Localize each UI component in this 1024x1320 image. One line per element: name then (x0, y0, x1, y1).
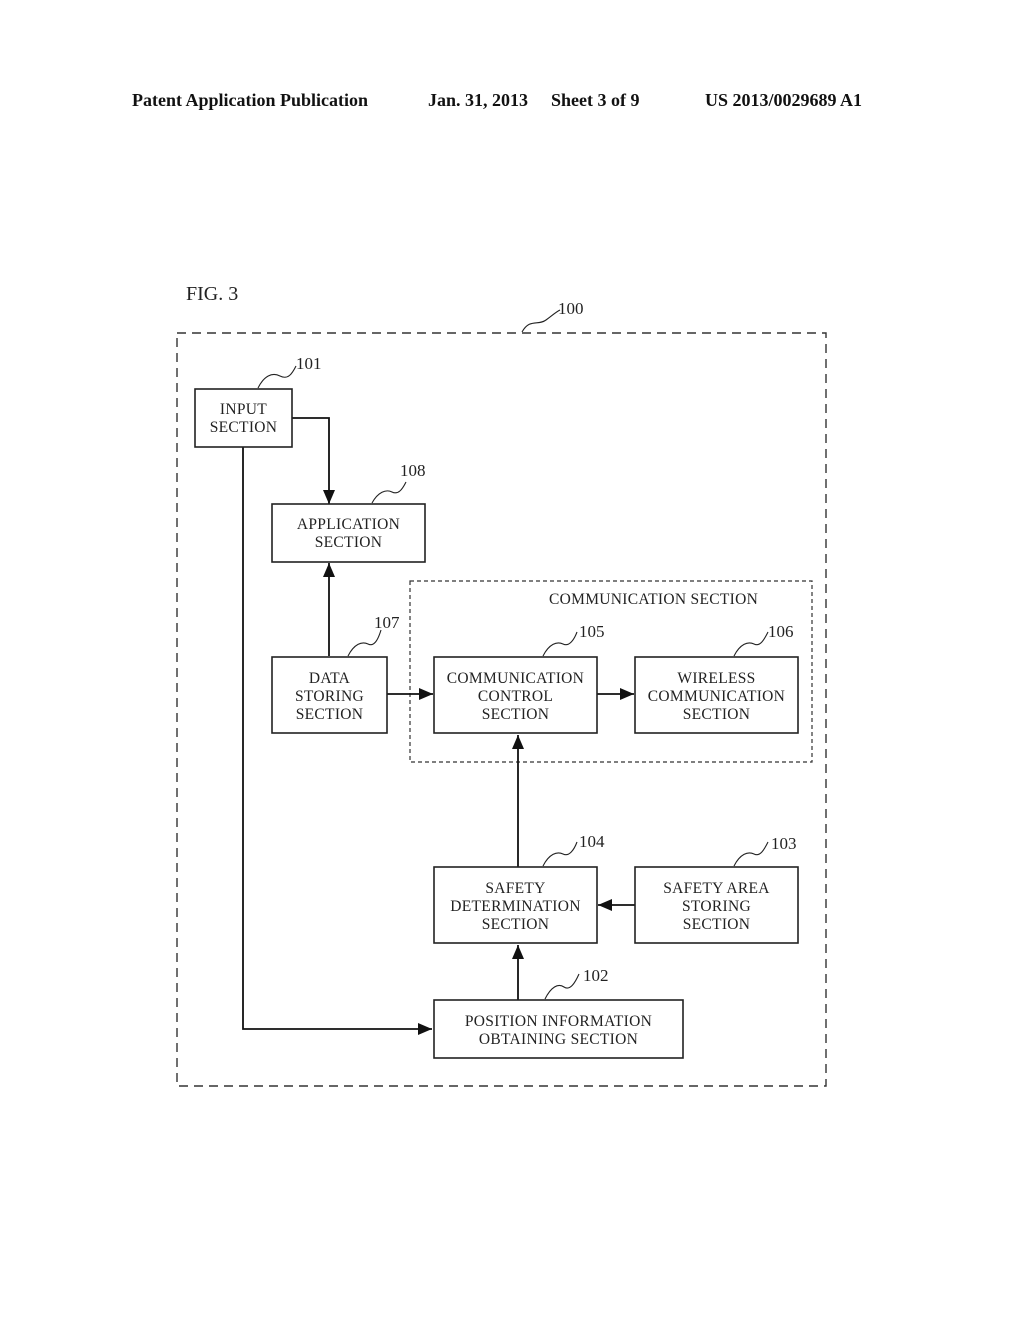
leader-108 (371, 481, 407, 504)
block-label-line: APPLICATION (297, 516, 400, 533)
leader-104 (542, 841, 578, 867)
block-label-line: OBTAINING SECTION (479, 1031, 638, 1048)
block-label-line: POSITION INFORMATION (465, 1013, 652, 1030)
block-label-line: SECTION (296, 706, 364, 723)
ref-100: 100 (558, 299, 584, 318)
block-label-line: SECTION (482, 706, 550, 723)
block-label-line: SAFETY (485, 880, 545, 897)
ref-107: 107 (374, 613, 400, 632)
block-label-line: WIRELESS (677, 670, 755, 687)
leader-102 (544, 973, 580, 1000)
ref-108: 108 (400, 461, 426, 480)
ref-105: 105 (579, 622, 605, 641)
block-label-line: COMMUNICATION (447, 670, 584, 687)
block-diagram: FIG. 3 100 COMMUNICATION SECTION INPUT S… (176, 283, 827, 1087)
arrow-input-to-application (292, 417, 335, 504)
leader-105 (542, 631, 578, 657)
block-communication-control-section: COMMUNICATION CONTROL SECTION 105 (433, 622, 605, 734)
ref-104: 104 (579, 832, 605, 851)
block-application-section: APPLICATION SECTION 108 (271, 461, 426, 563)
block-label-line: SECTION (683, 706, 751, 723)
block-label-line: DETERMINATION (450, 898, 580, 915)
block-position-information-section: POSITION INFORMATION OBTAINING SECTION 1… (433, 966, 684, 1059)
block-label-line: STORING (682, 898, 751, 915)
leader-107 (347, 629, 382, 657)
block-safety-area-storing-section: SAFETY AREA STORING SECTION 103 (634, 834, 799, 944)
block-label-line: SECTION (315, 534, 383, 551)
block-label-line: SECTION (210, 419, 278, 436)
block-label-line: INPUT (220, 401, 267, 418)
block-label-line: DATA (309, 670, 351, 687)
block-label-line: STORING (295, 688, 364, 705)
block-label-line: COMMUNICATION (648, 688, 785, 705)
block-input-section: INPUT SECTION 101 (194, 354, 322, 448)
block-safety-determination-section: SAFETY DETERMINATION SECTION 104 (433, 832, 605, 944)
block-label-line: SECTION (683, 916, 751, 933)
block-label-line: CONTROL (478, 688, 553, 705)
ref-102: 102 (583, 966, 609, 985)
block-data-storing-section: DATA STORING SECTION 107 (271, 613, 400, 734)
block-wireless-communication-section: WIRELESS COMMUNICATION SECTION 106 (634, 622, 799, 734)
block-label-line: SAFETY AREA (663, 880, 770, 897)
leader-101 (257, 365, 297, 389)
figure-label: FIG. 3 (186, 283, 238, 305)
communication-section-label: COMMUNICATION SECTION (549, 591, 758, 608)
leader-106 (733, 631, 769, 657)
ref-103: 103 (771, 834, 797, 853)
leader-103 (733, 841, 769, 867)
leader-100 (521, 309, 561, 333)
ref-101: 101 (296, 354, 322, 373)
block-label-line: SECTION (482, 916, 550, 933)
ref-106: 106 (768, 622, 794, 641)
